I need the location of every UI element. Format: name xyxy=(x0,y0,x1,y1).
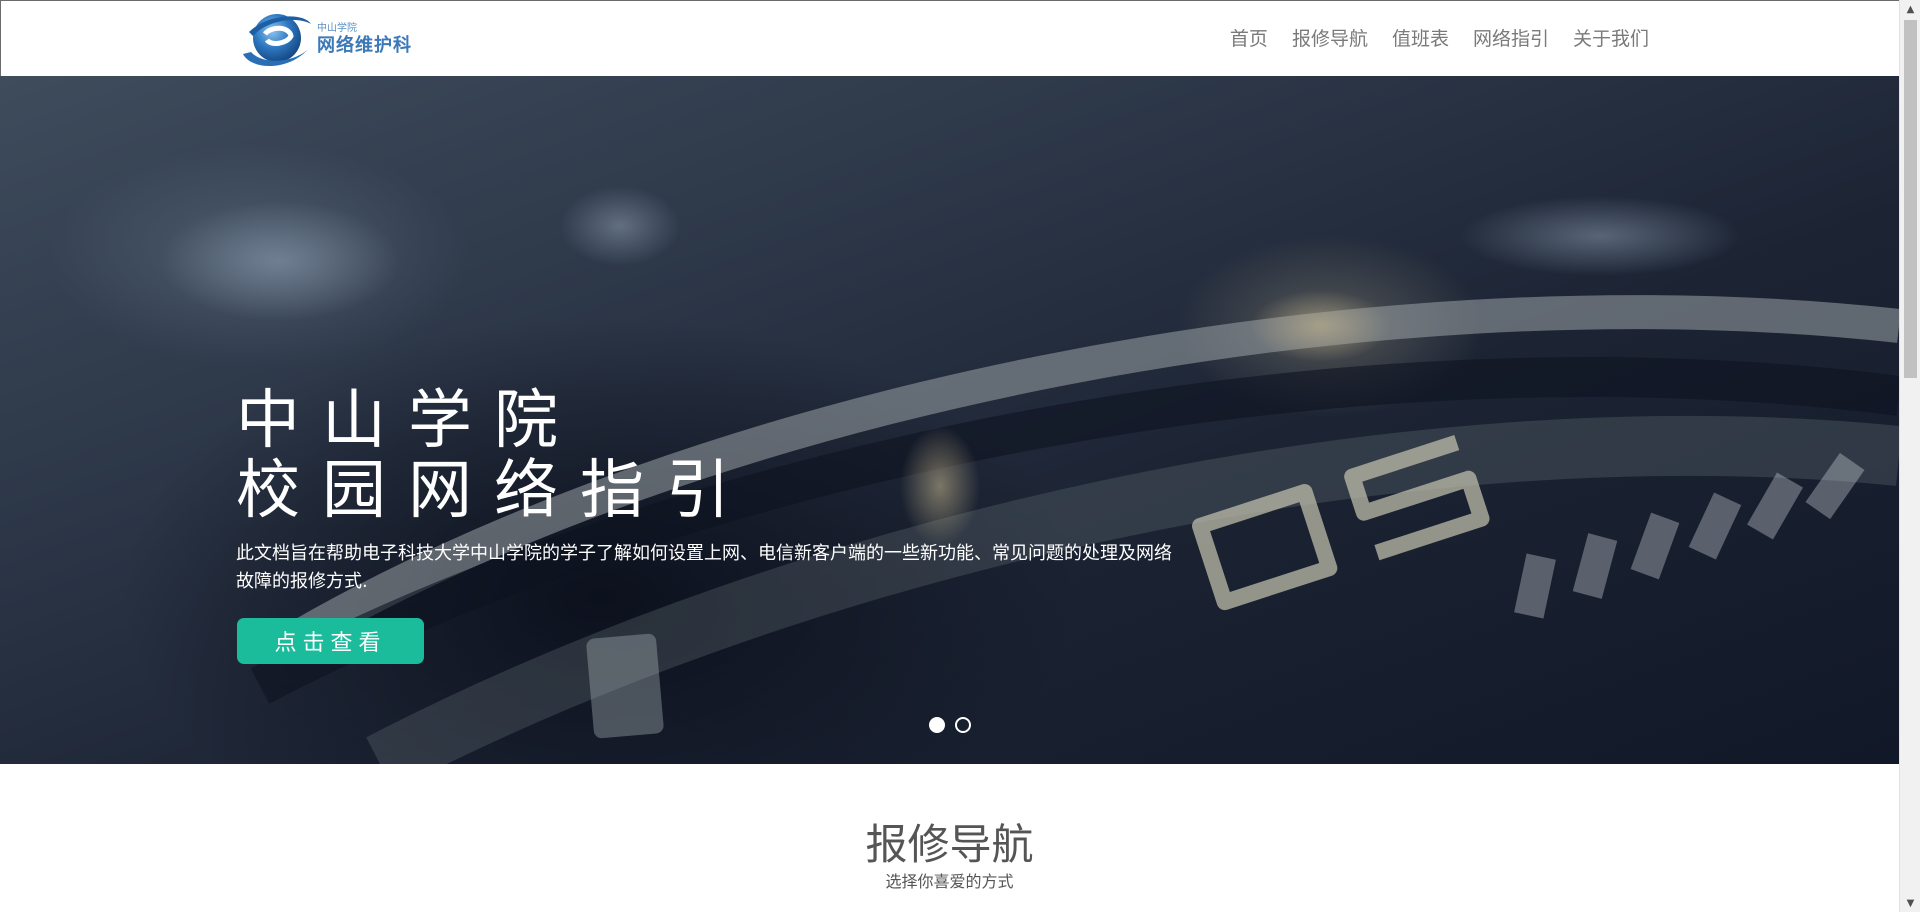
main-nav: 首页 报修导航 值班表 网络指引 关于我们 xyxy=(1218,1,1661,77)
hero-description: 此文档旨在帮助电子科技大学中山学院的学子了解如何设置上网、电信新客户端的一些新功… xyxy=(236,543,1172,592)
nav-item-home[interactable]: 首页 xyxy=(1218,1,1280,77)
logo-subtitle: 中山学院 xyxy=(317,23,357,34)
navbar: 中山学院 网络维护科 首页 报修导航 值班表 网络指引 关于我们 xyxy=(0,0,1899,77)
site-logo[interactable]: 中山学院 网络维护科 xyxy=(237,7,437,73)
nav-item-about-us[interactable]: 关于我们 xyxy=(1560,1,1661,77)
view-button[interactable]: 点击查看 xyxy=(237,618,424,664)
section-subtitle: 选择你喜爱的方式 xyxy=(885,872,1014,891)
carousel-indicators xyxy=(929,717,971,733)
nav-item-duty-schedule[interactable]: 值班表 xyxy=(1380,1,1461,77)
carousel-dot-1[interactable] xyxy=(929,717,945,733)
vertical-scrollbar[interactable]: ▲ ▼ xyxy=(1899,0,1920,912)
section-title: 报修导航 xyxy=(865,820,1034,869)
triangle-up-icon[interactable]: ▲ xyxy=(1900,0,1920,18)
hero-carousel: 中山学院 校园网络指引 此文档旨在帮助电子科技大学中山学院的学子了解如何设置上网… xyxy=(0,76,1899,764)
scrollbar-thumb[interactable] xyxy=(1904,20,1917,378)
page: 中山学院 网络维护科 首页 报修导航 值班表 网络指引 关于我们 中山学院 校园… xyxy=(0,0,1899,912)
hero-title-line2: 校园网络指引 xyxy=(236,454,752,528)
hero-title-line1: 中山学院 xyxy=(236,384,580,458)
triangle-down-icon[interactable]: ▼ xyxy=(1900,894,1920,912)
globe-logo-icon xyxy=(243,14,311,67)
nav-item-network-guide[interactable]: 网络指引 xyxy=(1461,1,1561,77)
logo-title: 网络维护科 xyxy=(317,35,412,56)
nav-item-repair-guide[interactable]: 报修导航 xyxy=(1280,1,1380,77)
hero-title: 中山学院 校园网络指引 xyxy=(236,386,752,526)
carousel-dot-2[interactable] xyxy=(955,717,971,733)
